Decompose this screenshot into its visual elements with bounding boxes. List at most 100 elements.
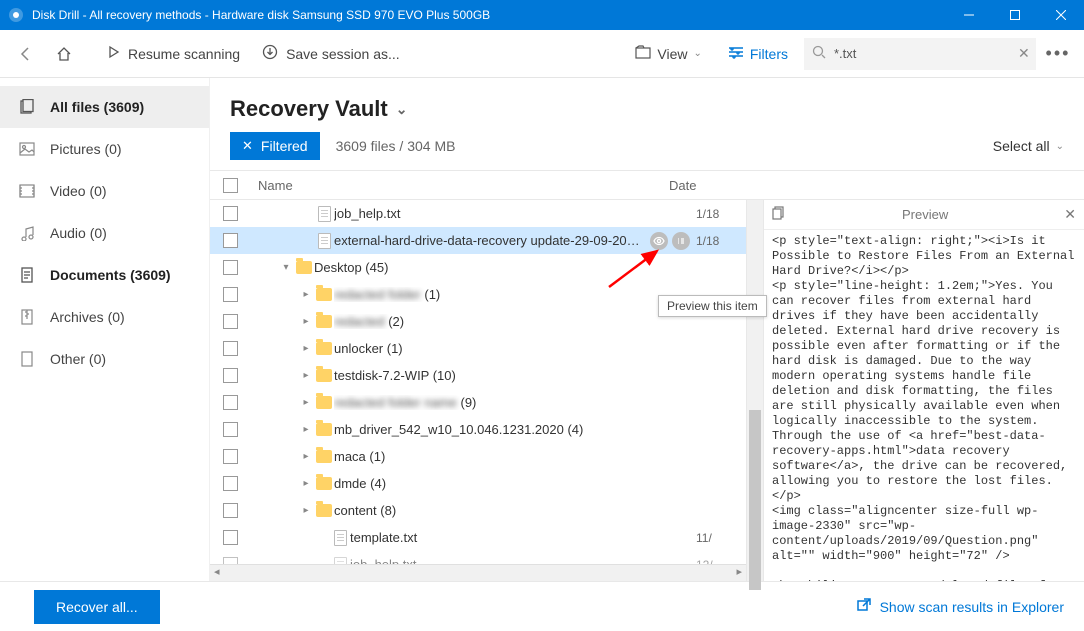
folder-icon [314, 504, 334, 517]
row-checkbox[interactable] [223, 341, 238, 356]
folder-icon [314, 342, 334, 355]
select-all-dropdown[interactable]: Select all ⌄ [993, 138, 1064, 154]
explorer-link-label: Show scan results in Explorer [880, 599, 1064, 615]
window-close-button[interactable] [1038, 0, 1084, 30]
close-icon[interactable]: ✕ [242, 138, 253, 154]
expand-toggle[interactable]: ▾ [278, 262, 294, 273]
show-in-explorer-link[interactable]: Show scan results in Explorer [856, 597, 1064, 616]
audio-icon [18, 225, 36, 241]
expand-toggle[interactable]: ▸ [298, 370, 314, 381]
expand-toggle[interactable]: ▸ [298, 289, 314, 300]
row-checkbox[interactable] [223, 314, 238, 329]
list-header: Name Date [210, 170, 1084, 200]
download-icon [262, 44, 278, 63]
expand-toggle[interactable]: ▸ [298, 505, 314, 516]
list-item[interactable]: job_help.txt 1/18 [210, 200, 746, 227]
file-name: testdisk-7.2-WIP (10) [334, 368, 746, 383]
list-item[interactable]: ▸ content (8) [210, 497, 746, 524]
app-icon [8, 7, 24, 23]
sidebar-item-pictures[interactable]: Pictures (0) [0, 128, 209, 170]
hex-view-button[interactable] [672, 232, 690, 250]
sidebar-item-audio[interactable]: Audio (0) [0, 212, 209, 254]
search-input[interactable] [834, 46, 1010, 61]
file-name: redacted [334, 314, 385, 329]
file-name: mb_driver_542_w10_10.046.1231.2020 (4) [334, 422, 746, 437]
list-item[interactable]: ▸ unlocker (1) [210, 335, 746, 362]
row-checkbox[interactable] [223, 395, 238, 410]
toolbar: Resume scanning Save session as... View … [0, 30, 1084, 78]
expand-toggle[interactable]: ▸ [298, 451, 314, 462]
row-checkbox[interactable] [223, 503, 238, 518]
column-name[interactable]: Name [250, 178, 669, 193]
save-label: Save session as... [286, 46, 400, 62]
sidebar-item-label: Audio (0) [50, 225, 107, 241]
list-item[interactable]: ▸ mb_driver_542_w10_10.046.1231.2020 (4) [210, 416, 746, 443]
sidebar-item-other[interactable]: Other (0) [0, 338, 209, 380]
row-checkbox[interactable] [223, 530, 238, 545]
horizontal-scrollbar[interactable] [210, 564, 746, 581]
file-name: external-hard-drive-data-recovery update… [334, 233, 650, 248]
close-preview-button[interactable]: ✕ [1064, 206, 1076, 223]
filtered-chip[interactable]: ✕ Filtered [230, 132, 320, 160]
list-item[interactable]: template.txt 11/ [210, 524, 746, 551]
file-date: 1/18 [696, 234, 746, 248]
copy-icon[interactable] [772, 206, 786, 223]
resume-label: Resume scanning [128, 46, 240, 62]
expand-toggle[interactable]: ▸ [298, 343, 314, 354]
row-checkbox[interactable] [223, 449, 238, 464]
page-title-text: Recovery Vault [230, 96, 388, 122]
view-dropdown[interactable]: View ⌄ [625, 38, 711, 70]
row-checkbox[interactable] [223, 260, 238, 275]
row-checkbox[interactable] [223, 287, 238, 302]
row-checkbox[interactable] [223, 476, 238, 491]
recover-all-button[interactable]: Recover all... [34, 590, 160, 624]
list-item[interactable]: external-hard-drive-data-recovery update… [210, 227, 746, 254]
expand-toggle[interactable]: ▸ [298, 316, 314, 327]
resume-scanning-button[interactable]: Resume scanning [98, 38, 248, 70]
page-title[interactable]: Recovery Vault ⌄ [230, 96, 407, 122]
row-checkbox[interactable] [223, 422, 238, 437]
window-maximize-button[interactable] [992, 0, 1038, 30]
list-item[interactable]: ▸ maca (1) [210, 443, 746, 470]
chevron-down-icon: ⌄ [1056, 141, 1064, 152]
sidebar-item-archives[interactable]: Archives (0) [0, 296, 209, 338]
row-checkbox[interactable] [223, 233, 238, 248]
chevron-down-icon: ⌄ [693, 48, 701, 59]
select-all-checkbox[interactable] [223, 178, 238, 193]
folder-icon [314, 369, 334, 382]
row-checkbox[interactable] [223, 368, 238, 383]
scrollbar-thumb[interactable] [749, 410, 761, 590]
search-box[interactable]: ✕ [804, 38, 1036, 70]
file-date: 11/ [696, 531, 746, 545]
clear-search-button[interactable]: ✕ [1018, 45, 1030, 62]
search-icon [812, 45, 826, 62]
file-icon [314, 233, 334, 249]
expand-toggle[interactable]: ▸ [298, 397, 314, 408]
filters-button[interactable]: Filters [718, 38, 798, 70]
list-item[interactable]: ▸ redacted folder name (9) [210, 389, 746, 416]
save-session-button[interactable]: Save session as... [254, 38, 408, 70]
sidebar-item-video[interactable]: Video (0) [0, 170, 209, 212]
expand-toggle[interactable]: ▸ [298, 478, 314, 489]
item-count: (9) [460, 395, 476, 410]
annotation-arrow [605, 245, 665, 291]
list-item[interactable]: ▾ Desktop (45) [210, 254, 746, 281]
row-checkbox[interactable] [223, 206, 238, 221]
sidebar-item-all-files[interactable]: All files (3609) [0, 86, 209, 128]
list-item[interactable]: ▸ dmde (4) [210, 470, 746, 497]
sidebar-item-label: Archives (0) [50, 309, 125, 325]
preview-pane: Preview ✕ <p style="text-align: right;">… [763, 200, 1084, 581]
expand-toggle[interactable]: ▸ [298, 424, 314, 435]
sidebar-item-label: Other (0) [50, 351, 106, 367]
file-name: maca (1) [334, 449, 746, 464]
home-button[interactable] [48, 38, 80, 70]
column-date[interactable]: Date [669, 178, 729, 193]
sidebar-item-label: Pictures (0) [50, 141, 122, 157]
vertical-scrollbar[interactable] [746, 200, 763, 581]
list-item[interactable]: ▸ testdisk-7.2-WIP (10) [210, 362, 746, 389]
back-button[interactable] [10, 38, 42, 70]
window-minimize-button[interactable] [946, 0, 992, 30]
folder-icon [314, 477, 334, 490]
more-menu-button[interactable]: ••• [1042, 43, 1074, 64]
sidebar-item-documents[interactable]: Documents (3609) [0, 254, 209, 296]
